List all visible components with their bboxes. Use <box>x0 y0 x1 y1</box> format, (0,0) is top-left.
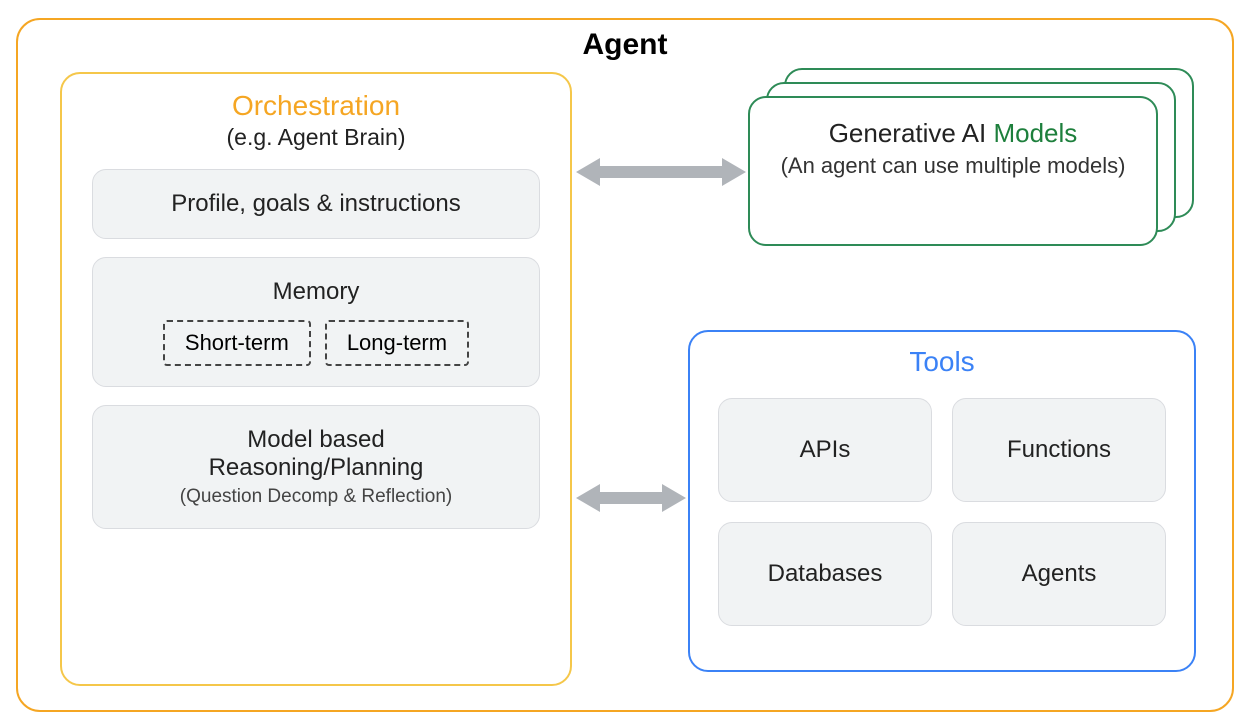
agent-container: Agent Orchestration (e.g. Agent Brain) P… <box>16 18 1234 712</box>
orchestration-box: Orchestration (e.g. Agent Brain) Profile… <box>60 72 572 686</box>
agent-title: Agent <box>18 28 1232 62</box>
models-card-front: Generative AI Models (An agent can use m… <box>748 96 1158 246</box>
models-subtitle: (An agent can use multiple models) <box>774 153 1132 179</box>
memory-title: Memory <box>111 278 521 306</box>
tools-grid: APIs Functions Databases Agents <box>690 388 1194 636</box>
models-title-highlight: Models <box>993 118 1077 148</box>
reasoning-title-2: Reasoning/Planning <box>111 454 521 482</box>
tools-box: Tools APIs Functions Databases Agents <box>688 330 1196 672</box>
tool-item-databases: Databases <box>718 522 932 626</box>
tools-title: Tools <box>690 346 1194 378</box>
orchestration-title: Orchestration <box>62 90 570 122</box>
memory-short-term: Short-term <box>163 320 311 366</box>
models-stack: Generative AI Models (An agent can use m… <box>748 68 1198 250</box>
arrow-orchestration-tools-icon <box>576 478 686 518</box>
orchestration-subtitle: (e.g. Agent Brain) <box>62 124 570 151</box>
reasoning-title-1: Model based <box>111 426 521 454</box>
profile-box: Profile, goals & instructions <box>92 169 540 239</box>
profile-label: Profile, goals & instructions <box>111 190 521 218</box>
reasoning-box: Model based Reasoning/Planning (Question… <box>92 405 540 529</box>
memory-types: Short-term Long-term <box>111 320 521 366</box>
tool-item-agents: Agents <box>952 522 1166 626</box>
models-title: Generative AI Models <box>774 118 1132 149</box>
arrow-orchestration-models-icon <box>576 152 746 192</box>
tool-item-functions: Functions <box>952 398 1166 502</box>
tool-item-apis: APIs <box>718 398 932 502</box>
models-title-prefix: Generative AI <box>829 118 994 148</box>
memory-box: Memory Short-term Long-term <box>92 257 540 387</box>
memory-long-term: Long-term <box>325 320 469 366</box>
reasoning-sub: (Question Decomp & Reflection) <box>111 486 521 508</box>
